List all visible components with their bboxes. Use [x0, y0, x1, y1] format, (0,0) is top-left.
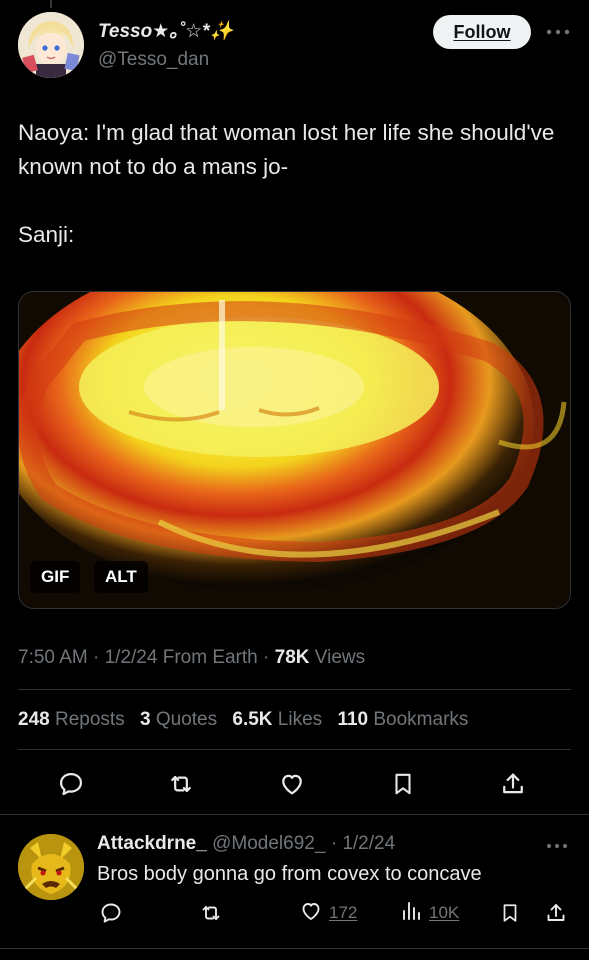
reply-bookmark-icon[interactable] [499, 898, 521, 928]
quotes-count: 3 [139, 709, 151, 730]
gif-badge[interactable]: GIF [30, 561, 81, 593]
more-options-icon[interactable] [544, 22, 572, 42]
reply-like-icon [299, 899, 323, 928]
reply-author-display-name[interactable]: Attackdrne_ [97, 833, 207, 854]
meta-separator: · [325, 833, 343, 854]
divider [18, 689, 571, 690]
reply-author-handle[interactable]: @Model692_ [207, 833, 325, 854]
share-icon[interactable] [497, 768, 529, 800]
divider [0, 948, 589, 949]
reply-date[interactable]: 1/2/24 [342, 833, 395, 854]
bookmarks-count: 110 [337, 709, 369, 730]
author-handle[interactable]: @Tesso_dan [98, 48, 233, 72]
author-names: Tesso★｡˚☆*✨ @Tesso_dan [98, 20, 233, 72]
reposts-stat[interactable]: 248 Reposts [18, 709, 125, 730]
reply-share-icon[interactable] [544, 898, 568, 928]
reply-like-count: 172 [329, 903, 358, 922]
tweet-stats: 248 Reposts 3 Quotes 6.5K Likes 110 Book… [18, 707, 478, 733]
views-icon [399, 899, 423, 928]
divider [18, 749, 571, 750]
reply-author-avatar[interactable] [18, 834, 84, 900]
reply-repost-icon[interactable] [198, 898, 224, 928]
quotes-label: Quotes [150, 709, 218, 730]
reposts-label: Reposts [49, 709, 125, 730]
repost-icon[interactable] [165, 768, 197, 800]
reply-text: Bros body gonna go from covex to concave [97, 863, 482, 885]
reply-reply-icon[interactable] [99, 898, 123, 928]
tweet-header: Tesso★｡˚☆*✨ @Tesso_dan Follow [18, 12, 571, 80]
likes-stat[interactable]: 6.5K Likes [232, 709, 322, 730]
reply-header: Attackdrne_ @Model692_ · 1/2/24 [97, 831, 395, 857]
views-count: 78K [274, 647, 310, 668]
tweet-source: From Earth [157, 647, 258, 668]
tweet-text: Naoya: I'm glad that woman lost her life… [18, 120, 555, 247]
reply-views-count: 10K [429, 903, 460, 922]
quotes-stat[interactable]: 3 Quotes [140, 709, 217, 730]
reposts-count: 248 [18, 709, 50, 730]
tweet-date[interactable]: 1/2/24 [105, 647, 158, 668]
thread-connector [50, 0, 52, 8]
tweet-meta: 7:50 AM · 1/2/24 From Earth · 78K Views [18, 645, 365, 671]
author-avatar[interactable] [18, 12, 84, 78]
bookmarks-label: Bookmarks [368, 709, 469, 730]
tweet-time[interactable]: 7:50 AM [18, 647, 88, 668]
alt-badge[interactable]: ALT [94, 561, 148, 593]
reply-more-options-icon[interactable] [543, 836, 571, 856]
reply-like-button[interactable]: 172 [299, 898, 357, 928]
likes-label: Likes [272, 709, 323, 730]
meta-separator: · [257, 647, 275, 668]
meta-separator: · [87, 647, 105, 668]
divider [0, 814, 589, 815]
follow-button[interactable]: Follow [433, 15, 531, 49]
reply-views-button[interactable]: 10K [399, 898, 459, 928]
reply-icon[interactable] [55, 768, 87, 800]
views-label: Views [309, 647, 366, 668]
like-icon[interactable] [276, 768, 308, 800]
bookmark-icon[interactable] [387, 768, 419, 800]
author-display-name[interactable]: Tesso★｡˚☆*✨ [98, 20, 233, 44]
bookmarks-stat[interactable]: 110 Bookmarks [337, 709, 468, 730]
likes-count: 6.5K [232, 709, 273, 730]
